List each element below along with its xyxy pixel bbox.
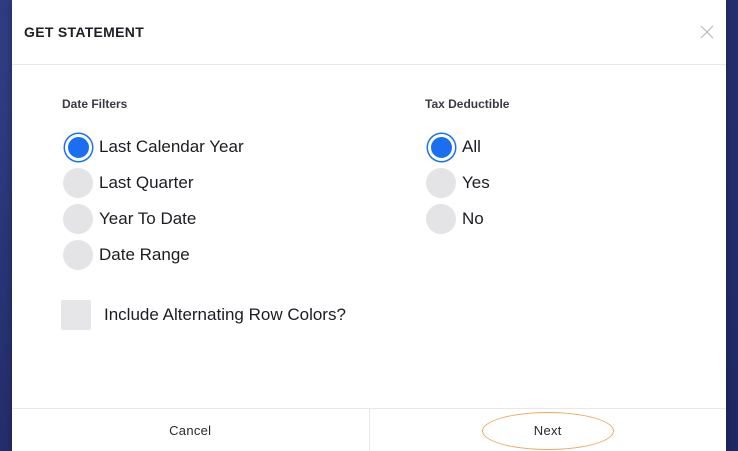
next-button[interactable]: Next <box>370 409 727 451</box>
alternating-row-colors-checkbox[interactable] <box>61 300 91 330</box>
cancel-button[interactable]: Cancel <box>12 409 370 451</box>
close-icon[interactable] <box>698 23 716 41</box>
radio-button-selected[interactable] <box>64 133 92 161</box>
checkbox-label: Include Alternating Row Colors? <box>104 305 346 324</box>
radio-button[interactable] <box>426 168 456 198</box>
radio-label: Last Calendar Year <box>99 137 244 156</box>
next-button-label: Next <box>533 423 562 438</box>
tax-deductible-heading: Tax Deductible <box>425 97 510 111</box>
dialog-title: GET STATEMENT <box>24 24 145 40</box>
radio-label: No <box>462 209 484 228</box>
cancel-button-label: Cancel <box>169 423 212 438</box>
radio-button[interactable] <box>426 204 456 234</box>
radio-label: Yes <box>462 173 490 192</box>
radio-tax-no[interactable]: No <box>426 204 484 234</box>
radio-button[interactable] <box>63 204 93 234</box>
radio-tax-all[interactable]: All <box>426 133 481 161</box>
alternating-row-colors-option[interactable]: Include Alternating Row Colors? <box>61 300 346 330</box>
radio-year-to-date[interactable]: Year To Date <box>63 204 197 234</box>
radio-button-selected[interactable] <box>427 133 455 161</box>
radio-button[interactable] <box>63 240 93 270</box>
radio-tax-yes[interactable]: Yes <box>426 168 490 198</box>
radio-date-range[interactable]: Date Range <box>63 240 190 270</box>
radio-label: All <box>462 137 481 156</box>
dialog-header: GET STATEMENT <box>12 0 726 65</box>
radio-label: Last Quarter <box>99 173 194 192</box>
radio-button[interactable] <box>63 168 93 198</box>
date-filters-heading: Date Filters <box>62 97 128 111</box>
radio-last-quarter[interactable]: Last Quarter <box>63 168 194 198</box>
dialog-footer: Cancel Next <box>12 408 726 451</box>
get-statement-dialog: GET STATEMENT Date Filters Last Calendar… <box>12 0 726 451</box>
radio-label: Date Range <box>99 245 190 264</box>
radio-label: Year To Date <box>99 209 197 228</box>
radio-last-calendar-year[interactable]: Last Calendar Year <box>63 133 244 161</box>
